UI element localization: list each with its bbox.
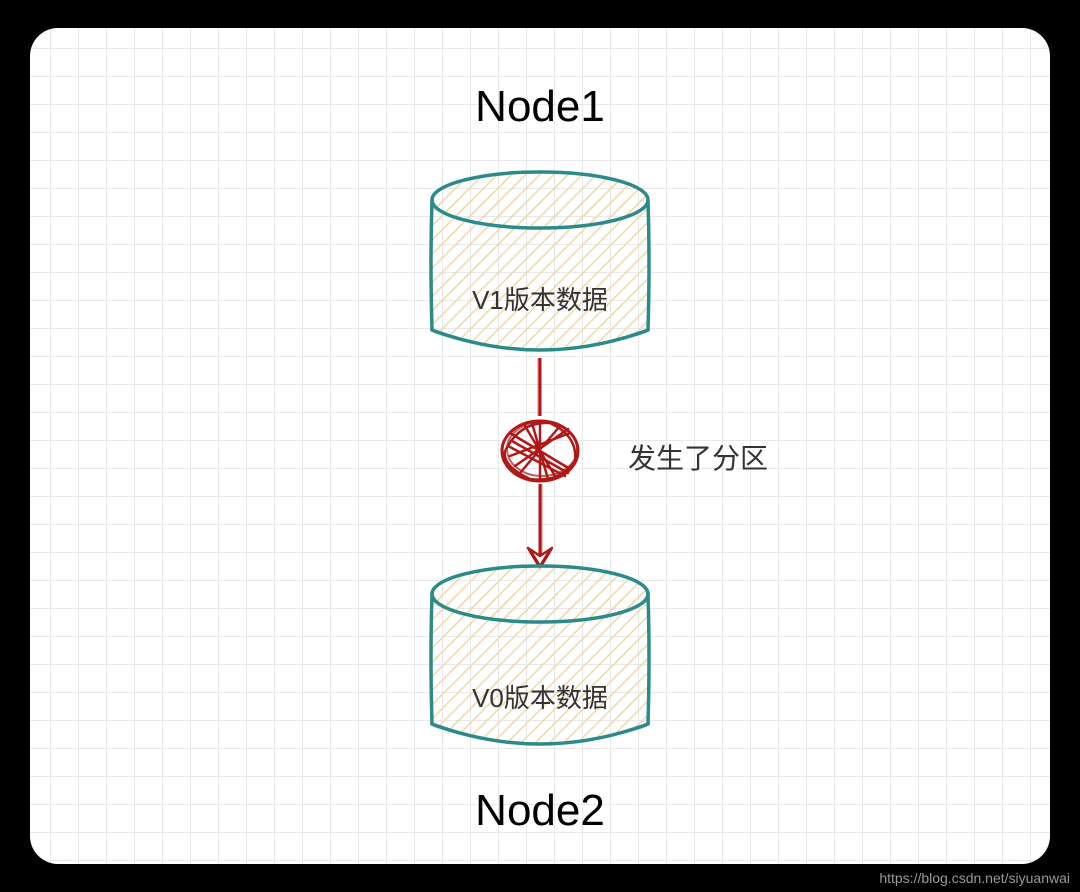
watermark-text: https://blog.csdn.net/siyuanwai: [879, 870, 1070, 886]
node1-title: Node1: [475, 82, 605, 132]
cylinder-node1-label: V1版本数据: [472, 280, 608, 317]
cylinder-node2-label: V0版本数据: [472, 678, 608, 715]
partition-label: 发生了分区: [628, 437, 768, 477]
diagram-canvas: Node1 V1版本数据: [30, 28, 1050, 864]
partition-arrow: [470, 356, 610, 581]
cylinder-node2: [410, 556, 670, 771]
node2-title: Node2: [475, 786, 605, 836]
cylinder-node1: [410, 162, 670, 377]
